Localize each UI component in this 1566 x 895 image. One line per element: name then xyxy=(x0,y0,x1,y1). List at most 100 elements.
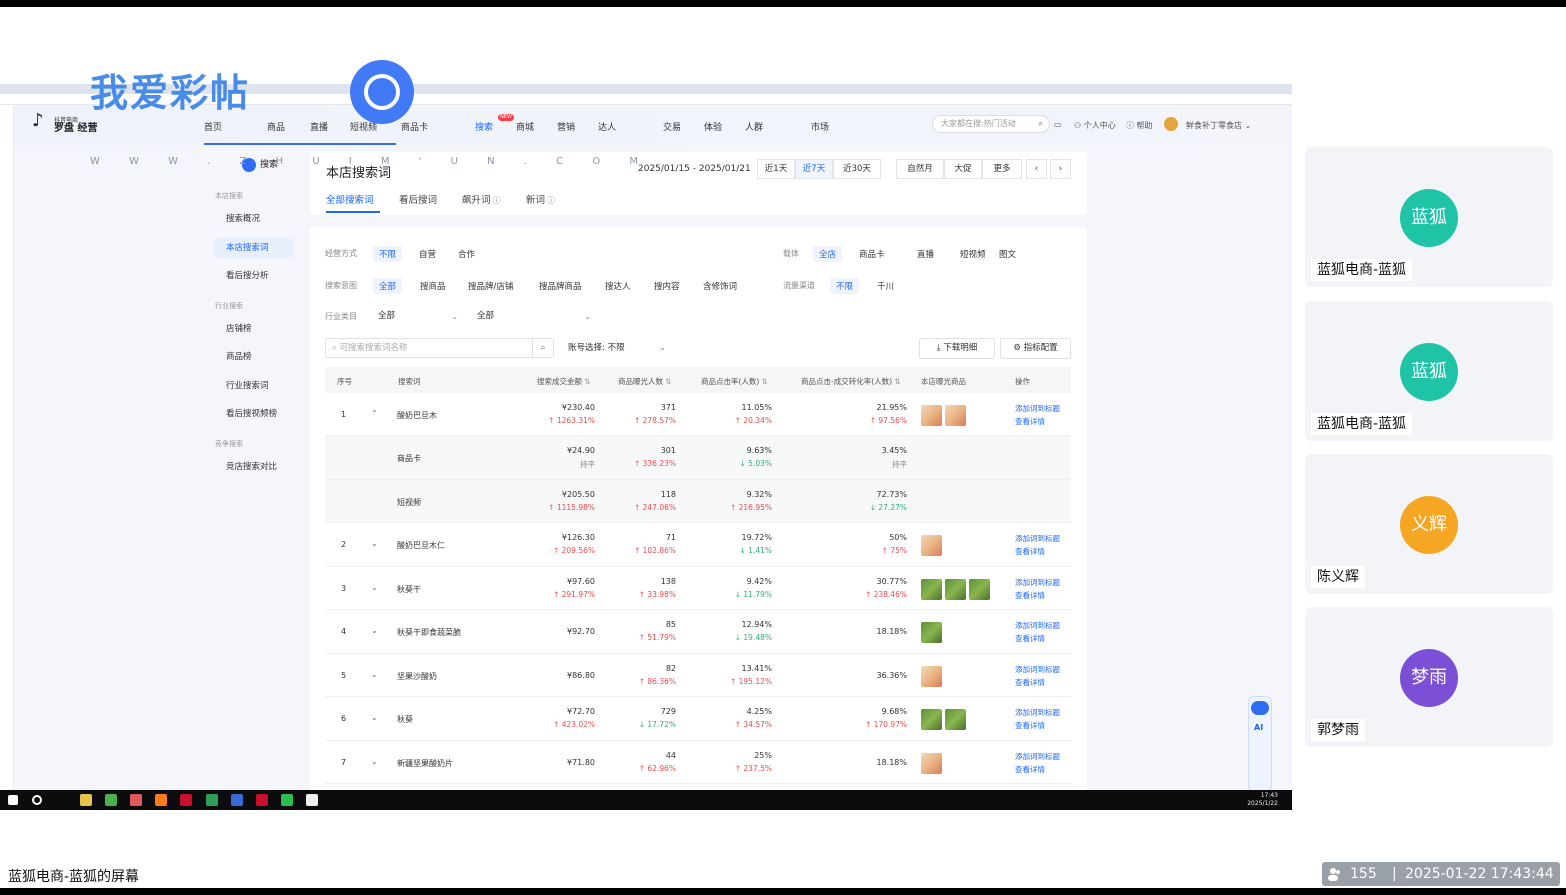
chevron-down-icon[interactable]: ⌄ xyxy=(371,757,378,766)
tab-item[interactable]: 飙升词 ⓘ xyxy=(462,192,501,206)
chevron-down-icon[interactable]: ⌄ xyxy=(371,539,378,548)
view-detail-link[interactable]: 查看详情 xyxy=(1015,546,1045,557)
nav-item-4[interactable]: 商品卡 xyxy=(401,120,428,133)
nav-item-11[interactable]: 人群 xyxy=(745,120,763,133)
filter-option[interactable]: 短视频 xyxy=(954,246,992,262)
date-button[interactable]: 更多 xyxy=(982,159,1022,179)
participant-card[interactable]: 蓝狐 蓝狐电商-蓝狐 xyxy=(1305,147,1553,287)
filter-option[interactable]: 不限 xyxy=(373,246,403,262)
date-range[interactable]: 2025/01/15 - 2025/01/21 xyxy=(638,164,751,174)
sidebar-item[interactable]: 搜索概况 xyxy=(214,209,294,229)
shop-name[interactable]: 鲜食补丁零食店 ⌄ xyxy=(1186,120,1251,131)
add-to-title-link[interactable]: 添加词到标题 xyxy=(1015,751,1060,762)
sidebar-item[interactable]: 竞店搜索对比 xyxy=(214,457,294,477)
word-search-input[interactable]: ⌕ 可搜索搜索词名称 xyxy=(325,338,533,358)
chevron-down-icon[interactable]: ⌄ xyxy=(371,670,378,679)
add-to-title-link[interactable]: 添加词到标题 xyxy=(1015,577,1060,588)
browser-icon[interactable] xyxy=(155,794,167,806)
filter-option[interactable]: 全部 xyxy=(373,278,403,294)
add-to-title-link[interactable]: 添加词到标题 xyxy=(1015,707,1060,718)
product-thumbnail[interactable] xyxy=(921,404,942,426)
nav-item-5[interactable]: 搜索 xyxy=(475,120,493,133)
app-icon[interactable] xyxy=(206,794,218,806)
nav-item-6[interactable]: 商城 xyxy=(516,120,534,133)
filter-option[interactable]: 全店 xyxy=(813,246,843,262)
app-icon[interactable] xyxy=(306,794,318,806)
filter-option[interactable]: 搜品牌/店铺 xyxy=(462,278,519,294)
wechat-icon[interactable] xyxy=(281,794,293,806)
product-thumbnail[interactable] xyxy=(921,622,942,643)
sidebar-item[interactable]: 商品榜 xyxy=(214,347,294,367)
product-thumbnail[interactable] xyxy=(921,535,942,556)
participant-card[interactable]: 蓝狐 蓝狐电商-蓝狐 xyxy=(1305,301,1553,441)
nav-item-1[interactable]: 商品 xyxy=(267,120,285,133)
chevron-up-icon[interactable]: ⌃ xyxy=(371,409,378,418)
filter-option[interactable]: 图文 xyxy=(993,246,1022,262)
product-thumbnail[interactable] xyxy=(945,578,966,600)
folder-icon[interactable] xyxy=(80,794,92,806)
nav-item-10[interactable]: 体验 xyxy=(704,120,722,133)
app-icon[interactable] xyxy=(231,794,243,806)
column-header[interactable]: 商品点击率(人数) ⇅ xyxy=(701,376,768,387)
filter-option[interactable]: 搜达人 xyxy=(599,278,637,294)
date-button[interactable]: 近30天 xyxy=(833,159,881,179)
metric-config-button[interactable]: ⚙ 指标配置 xyxy=(1000,338,1071,359)
date-button[interactable]: 自然月 xyxy=(896,159,944,179)
column-header[interactable]: 搜索成交金额 ⇅ xyxy=(537,376,590,387)
view-detail-link[interactable]: 查看详情 xyxy=(1015,590,1045,601)
column-header[interactable]: 商品曝光人数 ⇅ xyxy=(618,376,671,387)
sidebar-item[interactable]: 看后搜分析 xyxy=(214,266,294,286)
wps-icon[interactable] xyxy=(180,794,192,806)
column-header[interactable]: 商品点击-成交转化率(人数) ⇅ xyxy=(801,376,900,387)
next-period-button[interactable]: › xyxy=(1050,159,1071,179)
participant-card[interactable]: 梦雨 郭梦雨 xyxy=(1305,607,1553,747)
wps-icon[interactable] xyxy=(256,794,268,806)
filter-option[interactable]: 搜内容 xyxy=(648,278,686,294)
view-detail-link[interactable]: 查看详情 xyxy=(1015,720,1045,731)
product-thumbnail[interactable] xyxy=(945,404,966,426)
filter-option[interactable]: 自营 xyxy=(413,246,442,262)
date-button[interactable]: 近1天 xyxy=(757,159,795,179)
add-to-title-link[interactable]: 添加词到标题 xyxy=(1015,533,1060,544)
sidebar-item[interactable]: 本店搜索词 xyxy=(214,237,294,258)
nav-item-9[interactable]: 交易 xyxy=(663,120,681,133)
header-search-input[interactable]: 大家都在搜:热门活动 ⌕ xyxy=(932,115,1050,133)
category-select[interactable]: 全部 ⌄ xyxy=(374,309,464,324)
view-detail-link[interactable]: 查看详情 xyxy=(1015,677,1045,688)
nav-item-7[interactable]: 营销 xyxy=(557,120,575,133)
date-button[interactable]: 大促 xyxy=(944,159,982,179)
filter-option[interactable]: 不限 xyxy=(830,278,860,294)
product-thumbnail[interactable] xyxy=(921,578,942,600)
chevron-down-icon[interactable]: ⌄ xyxy=(371,626,378,635)
nav-item-2[interactable]: 直播 xyxy=(310,120,328,133)
sidebar-item[interactable]: 店铺榜 xyxy=(214,319,294,339)
product-thumbnail[interactable] xyxy=(921,752,942,774)
word-search-button[interactable]: ⌕ xyxy=(532,338,554,358)
taskbar-clock[interactable]: 17:43 2025/1/22 xyxy=(1247,792,1278,808)
product-thumbnail[interactable] xyxy=(921,665,942,687)
view-detail-link[interactable]: 查看详情 xyxy=(1015,633,1045,644)
view-detail-link[interactable]: 查看详情 xyxy=(1015,764,1045,775)
account-select[interactable]: 账号选择: 不限 ⌄ xyxy=(560,338,672,358)
filter-option[interactable]: 千川 xyxy=(871,278,900,294)
windows-start-icon[interactable] xyxy=(8,795,18,805)
search-icon[interactable]: ⌕ xyxy=(1039,116,1043,132)
date-button[interactable]: 近7天 xyxy=(795,159,833,179)
add-to-title-link[interactable]: 添加词到标题 xyxy=(1015,403,1060,414)
shop-avatar[interactable] xyxy=(1164,117,1178,131)
product-thumbnail[interactable] xyxy=(921,709,942,730)
filter-option[interactable]: 搜品牌商品 xyxy=(533,278,588,294)
add-to-title-link[interactable]: 添加词到标题 xyxy=(1015,664,1060,675)
sidebar-item[interactable]: 行业搜索词 xyxy=(214,376,294,396)
message-icon[interactable]: ▭ xyxy=(1054,120,1062,129)
sidebar-item[interactable]: 看后搜视频榜 xyxy=(214,404,294,424)
filter-option[interactable]: 搜商品 xyxy=(414,278,452,294)
ai-assistant-widget[interactable]: AI xyxy=(1248,696,1272,792)
nav-item-12[interactable]: 市场 xyxy=(811,120,829,133)
participant-card[interactable]: 义辉 陈义辉 xyxy=(1305,454,1553,594)
filter-option[interactable]: 含修饰词 xyxy=(697,278,743,294)
add-to-title-link[interactable]: 添加词到标题 xyxy=(1015,620,1060,631)
chevron-down-icon[interactable]: ⌄ xyxy=(371,583,378,592)
chevron-down-icon[interactable]: ⌄ xyxy=(371,713,378,722)
download-button[interactable]: ⤓ 下载明细 xyxy=(919,338,995,359)
